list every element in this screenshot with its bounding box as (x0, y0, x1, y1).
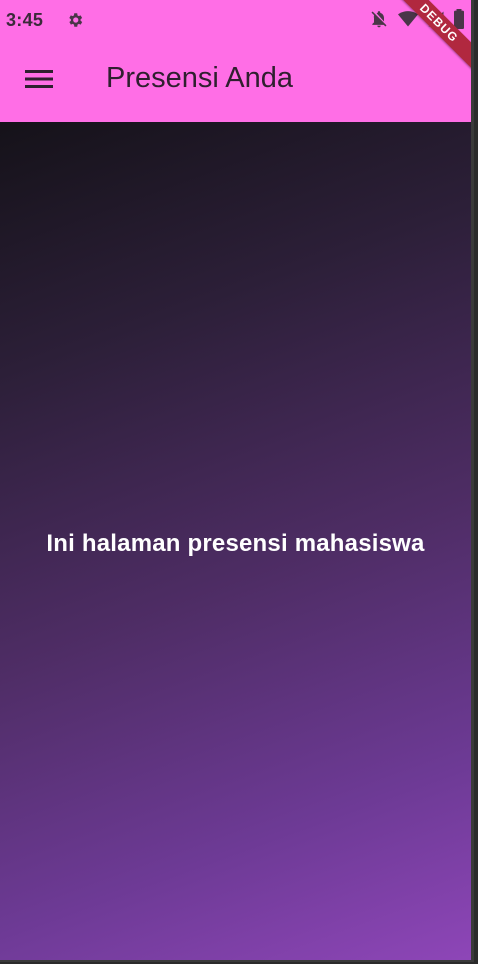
notifications-off-icon (369, 9, 389, 34)
menu-icon (25, 68, 53, 95)
phone-screen: 3:45 Presensi Anda DEBUG Ini halaman pre… (0, 0, 474, 962)
body-message: Ini halaman presensi mahasiswa (46, 530, 425, 557)
menu-button[interactable] (16, 58, 62, 104)
page-title: Presensi Anda (106, 62, 294, 94)
app-bar: Presensi Anda (0, 40, 471, 122)
status-time: 3:45 (6, 10, 44, 30)
settings-icon (66, 11, 84, 29)
content-area: Ini halaman presensi mahasiswa (0, 122, 471, 960)
status-bar: 3:45 (0, 0, 471, 40)
